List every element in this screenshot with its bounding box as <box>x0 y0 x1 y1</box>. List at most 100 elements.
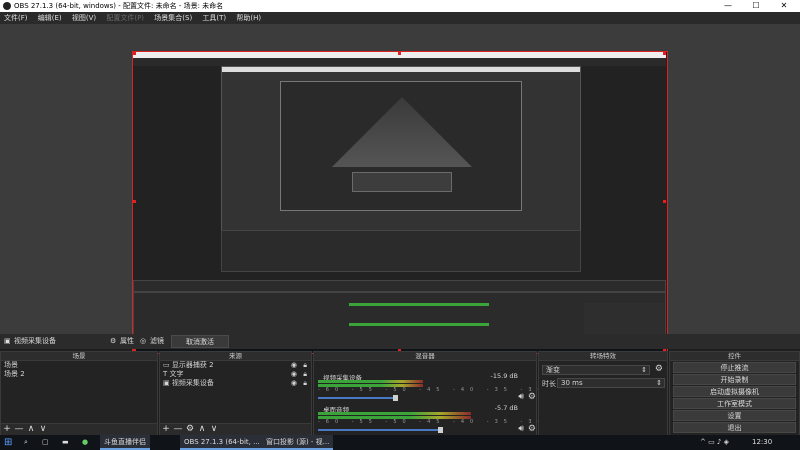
resize-handle[interactable] <box>663 52 666 55</box>
lock-icon[interactable]: 🔒︎ <box>303 379 307 388</box>
move-down-button[interactable]: ∨ <box>37 424 49 435</box>
move-up-button[interactable]: ∧ <box>25 424 37 435</box>
resize-handle[interactable] <box>663 200 666 203</box>
taskbar-app-label: OBS 27.1.3 (64-bit, ... <box>184 438 260 446</box>
preview-canvas[interactable] <box>132 51 668 354</box>
taskbar-app-obs[interactable]: OBS 27.1.3 (64-bit, ... <box>180 435 264 450</box>
mixer-channel: 桌面音频 -5.7 dB -60 -55 -50 -45 -40 -35 -30… <box>318 404 717 434</box>
move-down-button[interactable]: ∨ <box>208 424 220 435</box>
source-item[interactable]: ▭ 显示器捕获 2 ◉ 🔒︎ <box>160 361 311 370</box>
add-source-button[interactable]: + <box>160 424 172 435</box>
tray-icons[interactable]: ^ ▭ ♪ ◈ <box>700 435 729 450</box>
transitions-dock: 转场特效 渐变 ⇕ ⚙ 时长 30 ms ⇕ <box>538 351 668 436</box>
studio-mode-button[interactable]: 工作室模式 <box>673 398 796 409</box>
settings-button[interactable]: 设置 <box>673 410 796 421</box>
scene-item[interactable]: 场景 <box>1 361 157 370</box>
file-explorer-icon[interactable]: ▬ <box>62 435 69 450</box>
source-label: 文字 <box>169 370 184 378</box>
resize-handle[interactable] <box>398 52 401 55</box>
start-recording-button[interactable]: 开始录制 <box>673 374 796 385</box>
taskbar-app-projector[interactable]: 窗口投影 (源) - 视... <box>262 435 334 450</box>
minimize-button[interactable]: — <box>716 0 740 12</box>
taskbar-app-douyu[interactable]: 斗鱼直播伴侣 <box>100 435 150 450</box>
gear-icon[interactable]: ⚙ <box>528 424 536 434</box>
taskbar-app-label: 斗鱼直播伴侣 <box>104 438 146 446</box>
source-item[interactable]: ▣ 视频采集设备 ◉ 🔒︎ <box>160 379 311 388</box>
menu-view[interactable]: 视图(V) <box>68 12 100 24</box>
gear-icon[interactable]: ⚙ <box>655 364 663 374</box>
volume-slider[interactable] <box>318 429 441 431</box>
chrome-icon[interactable]: ● <box>82 435 88 450</box>
eye-icon[interactable]: ◉ <box>291 370 297 379</box>
mixer-header: 混音器 <box>314 352 536 361</box>
transitions-header: 转场特效 <box>539 352 667 361</box>
close-button[interactable]: ✕ <box>772 0 796 12</box>
windows-start-icon[interactable]: ⊞ <box>4 435 12 450</box>
properties-button[interactable]: 属性 <box>120 335 134 348</box>
filter-icon: ◎ <box>140 337 147 345</box>
scene-item[interactable]: 场景 2 <box>1 370 157 379</box>
volume-slider[interactable] <box>318 397 395 399</box>
filters-button[interactable]: 滤镜 <box>150 335 164 348</box>
taskbar-app-label: 窗口投影 (源) - 视... <box>266 438 330 446</box>
menu-help[interactable]: 帮助(H) <box>232 12 265 24</box>
obs-logo-icon <box>3 2 11 10</box>
source-label: 显示器捕获 2 <box>171 361 214 369</box>
menu-tools[interactable]: 工具(T) <box>198 12 230 24</box>
deactivate-button[interactable]: 取消激活 <box>171 335 229 348</box>
level-meter <box>318 380 424 383</box>
remove-source-button[interactable]: — <box>172 424 184 435</box>
scenes-footer: + — ∧ ∨ <box>1 423 157 435</box>
scenes-header: 场景 <box>1 352 157 361</box>
taskbar: ⊞ ⌕ ▢ ▬ ● 斗鱼直播伴侣 OBS 27.1.3 (64-bit, ...… <box>0 435 800 450</box>
lock-icon[interactable]: 🔒︎ <box>303 370 307 379</box>
menu-scene-collection[interactable]: 场景集合(S) <box>150 12 196 24</box>
controls-header: 控件 <box>670 352 799 361</box>
menu-bar: 文件(F) 编辑(E) 视图(V) 配置文件(P) 场景集合(S) 工具(T) … <box>0 12 800 24</box>
gear-icon: ⚙ <box>110 337 117 345</box>
search-icon[interactable]: ⌕ <box>24 435 28 450</box>
duration-input[interactable]: 30 ms ⇕ <box>557 378 665 388</box>
resize-handle[interactable] <box>133 52 136 55</box>
task-view-icon[interactable]: ▢ <box>42 435 49 450</box>
sources-dock: 来源 ▭ 显示器捕获 2 ◉ 🔒︎ T 文字 ◉ 🔒︎ ▣ 视频采集设备 ◉ 🔒︎ +… <box>159 351 312 436</box>
add-scene-button[interactable]: + <box>1 424 13 435</box>
channel-db: -15.9 dB <box>490 372 518 380</box>
captured-menubar <box>133 58 666 66</box>
transition-select[interactable]: 渐变 ⇕ <box>542 365 650 375</box>
remove-scene-button[interactable]: — <box>13 424 25 435</box>
selected-source-label: 视频采集设备 <box>14 337 56 345</box>
maximize-button[interactable]: ☐ <box>744 0 768 12</box>
title-bar: OBS 27.1.3 (64-bit, windows) - 配置文件: 未命名… <box>0 0 800 12</box>
sources-footer: + — ⚙ ∧ ∨ <box>160 423 311 435</box>
spinner-icon: ⇕ <box>641 366 647 374</box>
speaker-icon[interactable]: 🔊︎ <box>518 424 524 434</box>
captured-srcbar <box>133 280 666 292</box>
controls-dock: 控件 停止推流 开始录制 启动虚拟摄像机 工作室模式 设置 退出 <box>669 351 800 436</box>
spinner-icon: ⇕ <box>656 379 662 387</box>
speaker-icon[interactable]: 🔊︎ <box>518 392 524 402</box>
eye-icon[interactable]: ◉ <box>291 379 297 388</box>
duration-value: 30 ms <box>561 379 583 387</box>
menu-edit[interactable]: 编辑(E) <box>34 12 66 24</box>
move-up-button[interactable]: ∧ <box>196 424 208 435</box>
menu-file[interactable]: 文件(F) <box>0 12 32 24</box>
exit-button[interactable]: 退出 <box>673 422 796 433</box>
preview-area[interactable] <box>0 24 800 354</box>
level-meter <box>318 412 471 415</box>
eye-icon[interactable]: ◉ <box>291 361 297 370</box>
gear-icon[interactable]: ⚙ <box>528 392 536 402</box>
clock[interactable]: 12:30 <box>752 435 772 450</box>
source-settings-button[interactable]: ⚙ <box>184 424 196 435</box>
menu-profile[interactable]: 配置文件(P) <box>102 12 148 24</box>
mixer-channel: 视频采集设备 -15.9 dB -60 -55 -50 -45 -40 -35 … <box>318 372 717 402</box>
volume-knob[interactable] <box>438 427 444 433</box>
source-item[interactable]: T 文字 ◉ 🔒︎ <box>160 370 311 379</box>
scenes-dock: 场景 场景 场景 2 + — ∧ ∨ <box>0 351 158 436</box>
volume-knob[interactable] <box>392 395 398 401</box>
stop-streaming-button[interactable]: 停止推流 <box>673 362 796 373</box>
resize-handle[interactable] <box>133 200 136 203</box>
lock-icon[interactable]: 🔒︎ <box>303 361 307 370</box>
start-virtual-camera-button[interactable]: 启动虚拟摄像机 <box>673 386 796 397</box>
transition-value: 渐变 <box>546 366 560 374</box>
